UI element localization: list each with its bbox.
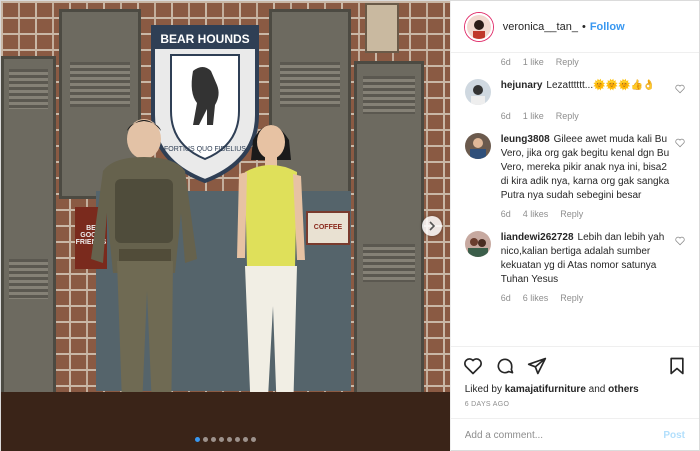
commenter-avatar[interactable]: [464, 133, 491, 159]
instagram-post: COFFEE BE GOOD FRIENDS BEAR HOUNDS FORTI…: [0, 0, 700, 451]
coffee-sign: COFFEE: [306, 211, 350, 245]
comment-time: 6d: [500, 57, 511, 67]
reply-button[interactable]: Reply: [560, 293, 583, 303]
follow-button[interactable]: Follow: [590, 21, 625, 33]
commenter-username[interactable]: liandewi262728: [501, 232, 574, 243]
post-photo[interactable]: COFFEE BE GOOD FRIENDS BEAR HOUNDS FORTI…: [1, 1, 450, 451]
liker-username[interactable]: kamajatifurniture: [505, 384, 586, 395]
heart-icon[interactable]: [675, 84, 685, 94]
comment-likes[interactable]: 1 like: [523, 57, 544, 67]
carousel-dot: [194, 437, 200, 442]
carousel-dots: [1, 437, 450, 442]
comment-meta: 6d 1 like Reply: [501, 53, 685, 67]
likes-and: and: [588, 384, 606, 395]
comment-item: liandewi262728 Lebih dan lebih yah nico,k…: [464, 231, 685, 287]
author-avatar[interactable]: [464, 12, 493, 41]
carousel-dot: [242, 437, 248, 442]
add-comment-bar: Post: [450, 418, 699, 451]
likes-prefix: Liked by: [464, 384, 502, 395]
commenter-avatar[interactable]: [464, 231, 491, 257]
header-separator: •: [581, 20, 586, 33]
paper-plane-icon: [527, 357, 546, 374]
post-date: 6 DAYS AGO: [464, 401, 510, 408]
carousel-dot: [234, 437, 240, 442]
next-photo-button[interactable]: [421, 216, 442, 236]
shutter-door-left: [1, 56, 56, 396]
comment-time: 6d: [500, 111, 511, 121]
comments-panel: veronica__tan_ • Follow 6d 1 like Reply …: [449, 1, 699, 451]
post-header: veronica__tan_ • Follow: [450, 1, 699, 53]
heart-icon[interactable]: [675, 236, 685, 246]
likes-summary: Liked by kamajatifurniture and others: [451, 384, 699, 395]
post-comment-button[interactable]: Post: [663, 430, 685, 441]
comment-text: Lezatttttt...🌞🌞🌞👍👌: [546, 80, 656, 91]
commenter-avatar[interactable]: [464, 79, 491, 105]
comment-time: 6d: [500, 209, 511, 219]
likes-others-link[interactable]: others: [608, 384, 639, 395]
carousel-dot: [226, 437, 232, 442]
carousel-dot: [218, 437, 224, 442]
share-button[interactable]: [527, 356, 547, 376]
like-button[interactable]: [463, 356, 483, 376]
reply-button[interactable]: Reply: [556, 57, 579, 67]
add-comment-input[interactable]: [464, 430, 645, 441]
shutter-door-right: [354, 61, 424, 396]
comment-meta: 6d 6 likes Reply: [501, 293, 685, 303]
reply-button[interactable]: Reply: [560, 209, 583, 219]
comment-item: hejunary Lezatttttt...🌞🌞🌞👍👌: [464, 79, 685, 105]
author-username[interactable]: veronica__tan_: [503, 21, 578, 33]
comments-list[interactable]: 6d 1 like Reply hejunary Lezatttttt...🌞🌞🌞…: [451, 53, 699, 346]
speech-bubble-icon: [497, 357, 514, 373]
comment-button[interactable]: [495, 356, 515, 376]
heart-icon: [463, 357, 482, 374]
comment-likes[interactable]: 1 like: [523, 111, 544, 121]
comment-time: 6d: [500, 293, 511, 303]
carousel-dot: [250, 437, 256, 442]
carousel-dot: [202, 437, 208, 442]
comment-item: leung3808 Gileee awet muda kali Bu Vero, …: [464, 133, 685, 203]
comment-meta: 6d 1 like Reply: [501, 111, 685, 121]
comment-meta: 6d 4 likes Reply: [501, 209, 685, 219]
shield-title: BEAR HOUNDS: [160, 32, 249, 46]
carousel-dot: [210, 437, 216, 442]
floor: [1, 392, 450, 451]
save-button[interactable]: [667, 356, 687, 376]
action-bar: [450, 346, 699, 384]
comment-likes[interactable]: 6 likes: [523, 293, 549, 303]
comment-likes[interactable]: 4 likes: [523, 209, 549, 219]
commenter-username[interactable]: leung3808: [501, 134, 550, 145]
chevron-right-icon: [429, 221, 435, 231]
beer-sign: [365, 3, 399, 53]
commenter-username[interactable]: hejunary: [501, 80, 543, 91]
bookmark-icon: [670, 357, 684, 374]
reply-button[interactable]: Reply: [556, 111, 579, 121]
heart-icon[interactable]: [675, 138, 685, 148]
